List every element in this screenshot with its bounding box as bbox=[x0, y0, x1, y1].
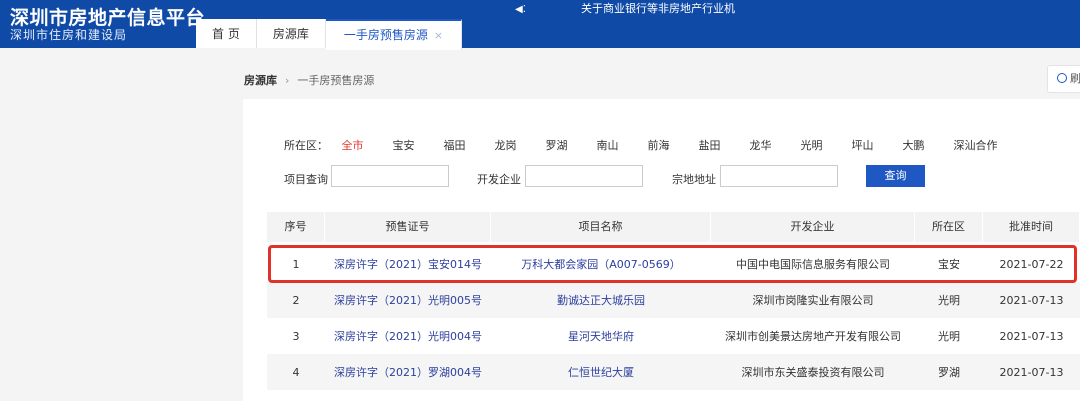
project-link[interactable]: 万科大都会家园（A007-0569） bbox=[491, 256, 711, 272]
permit-link[interactable]: 深房许字（2021）光明004号 bbox=[325, 328, 491, 344]
breadcrumb-root[interactable]: 房源库 bbox=[244, 74, 277, 87]
tab-home[interactable]: 首 页 bbox=[196, 19, 257, 48]
breadcrumb-current: 一手房预售房源 bbox=[297, 74, 375, 87]
speaker-icon: ◀⁚ bbox=[515, 4, 526, 15]
column-header: 预售证号 bbox=[325, 212, 491, 242]
table-row[interactable]: 3 深房许字（2021）光明004号 星河天地华府 深圳市创美景达房地产开发有限… bbox=[267, 318, 1080, 354]
project-search-label: 项目查询 bbox=[284, 173, 328, 186]
district-option-dapeng[interactable]: 大鹏 bbox=[903, 137, 925, 153]
developer-cell: 深圳市东关盛泰投资有限公司 bbox=[741, 366, 885, 379]
top-header: 深圳市房地产信息平台 深圳市住房和建设局 ◀⁚ 关于商业银行等非房地产行业机 首 … bbox=[0, 0, 1080, 50]
permit-link[interactable]: 深房许字（2021）罗湖004号 bbox=[325, 364, 491, 380]
tab-label: 房源库 bbox=[272, 27, 309, 41]
district-cell: 光明 bbox=[938, 294, 960, 307]
district-option-pingshan[interactable]: 坪山 bbox=[852, 137, 874, 153]
notice-text[interactable]: 关于商业银行等非房地产行业机 bbox=[581, 2, 735, 15]
column-header: 批准时间 bbox=[983, 212, 1080, 242]
listing-table: 序号 预售证号 项目名称 开发企业 所在区 批准时间 1 深房许字（2021）宝… bbox=[267, 212, 1080, 390]
refresh-icon bbox=[1057, 73, 1067, 83]
address-label: 宗地地址 bbox=[672, 173, 716, 186]
breadcrumb-separator: › bbox=[285, 74, 290, 87]
developer-cell: 深圳市创美景达房地产开发有限公司 bbox=[725, 330, 901, 343]
permit-link[interactable]: 深房许字（2021）宝安014号 bbox=[325, 256, 491, 272]
column-header: 序号 bbox=[267, 212, 325, 242]
developer-cell: 中国中电国际信息服务有限公司 bbox=[736, 258, 890, 271]
developer-label: 开发企业 bbox=[477, 173, 521, 186]
close-icon[interactable]: × bbox=[434, 29, 443, 42]
column-header: 所在区 bbox=[915, 212, 983, 242]
district-option-longhua[interactable]: 龙华 bbox=[750, 137, 772, 153]
project-link[interactable]: 仁恒世纪大厦 bbox=[491, 364, 711, 380]
district-option-longgang[interactable]: 龙岗 bbox=[495, 137, 517, 153]
row-number: 2 bbox=[292, 293, 300, 307]
district-cell: 光明 bbox=[938, 330, 960, 343]
district-cell: 罗湖 bbox=[938, 366, 960, 379]
tab-presale-listings[interactable]: 一手房预售房源 × bbox=[325, 19, 463, 50]
breadcrumb: 房源库 › 一手房预售房源 bbox=[244, 72, 374, 88]
search-button[interactable]: 查询 bbox=[866, 165, 925, 187]
project-search-input[interactable] bbox=[331, 165, 449, 187]
district-option-all[interactable]: 全市 bbox=[342, 137, 364, 153]
district-option-futian[interactable]: 福田 bbox=[444, 137, 466, 153]
address-input[interactable] bbox=[720, 165, 838, 187]
listing-panel: 所在区： 全市 宝安 福田 龙岗 罗湖 南山 前海 盐田 龙华 光明 坪山 大鹏… bbox=[243, 99, 1080, 401]
notice-marquee[interactable]: ◀⁚ 关于商业银行等非房地产行业机 bbox=[515, 0, 735, 16]
table-row[interactable]: 2 深房许字（2021）光明005号 勤诚达正大城乐园 深圳市岗隆实业有限公司 … bbox=[267, 282, 1080, 318]
approval-date-cell: 2021-07-13 bbox=[999, 329, 1064, 343]
row-number: 1 bbox=[292, 257, 300, 271]
district-option-luohu[interactable]: 罗湖 bbox=[546, 137, 568, 153]
district-option-qianhai[interactable]: 前海 bbox=[648, 137, 670, 153]
row-number: 4 bbox=[292, 365, 300, 379]
developer-input[interactable] bbox=[525, 165, 643, 187]
district-option-shenshan[interactable]: 深汕合作 bbox=[954, 137, 998, 153]
refresh-button[interactable]: 刷 bbox=[1047, 65, 1080, 93]
column-header: 开发企业 bbox=[711, 212, 915, 242]
developer-cell: 深圳市岗隆实业有限公司 bbox=[752, 294, 874, 307]
tab-bar: 首 页 房源库 一手房预售房源 × bbox=[196, 19, 463, 50]
approval-date-cell: 2021-07-22 bbox=[999, 257, 1064, 271]
table-header: 序号 预售证号 项目名称 开发企业 所在区 批准时间 bbox=[267, 212, 1080, 242]
brand-subtitle: 深圳市住房和建设局 bbox=[10, 28, 128, 42]
table-row[interactable]: 1 深房许字（2021）宝安014号 万科大都会家园（A007-0569） 中国… bbox=[267, 246, 1080, 282]
tab-label: 一手房预售房源 bbox=[343, 28, 428, 42]
district-filter-label: 所在区： bbox=[284, 139, 328, 152]
row-number: 3 bbox=[292, 329, 300, 343]
tab-label: 首 页 bbox=[212, 27, 240, 41]
district-filter: 所在区： 全市 宝安 福田 龙岗 罗湖 南山 前海 盐田 龙华 光明 坪山 大鹏… bbox=[284, 137, 1023, 153]
approval-date-cell: 2021-07-13 bbox=[999, 365, 1064, 379]
permit-link[interactable]: 深房许字（2021）光明005号 bbox=[325, 292, 491, 308]
district-option-baoan[interactable]: 宝安 bbox=[393, 137, 415, 153]
table-row[interactable]: 4 深房许字（2021）罗湖004号 仁恒世纪大厦 深圳市东关盛泰投资有限公司 … bbox=[267, 354, 1080, 390]
district-option-yantian[interactable]: 盐田 bbox=[699, 137, 721, 153]
district-option-guangming[interactable]: 光明 bbox=[801, 137, 823, 153]
district-cell: 宝安 bbox=[938, 258, 960, 271]
district-option-nanshan[interactable]: 南山 bbox=[597, 137, 619, 153]
refresh-label: 刷 bbox=[1070, 72, 1080, 85]
project-link[interactable]: 星河天地华府 bbox=[491, 328, 711, 344]
approval-date-cell: 2021-07-13 bbox=[999, 293, 1064, 307]
tab-listing-library[interactable]: 房源库 bbox=[256, 19, 326, 48]
column-header: 项目名称 bbox=[491, 212, 711, 242]
project-link[interactable]: 勤诚达正大城乐园 bbox=[491, 292, 711, 308]
